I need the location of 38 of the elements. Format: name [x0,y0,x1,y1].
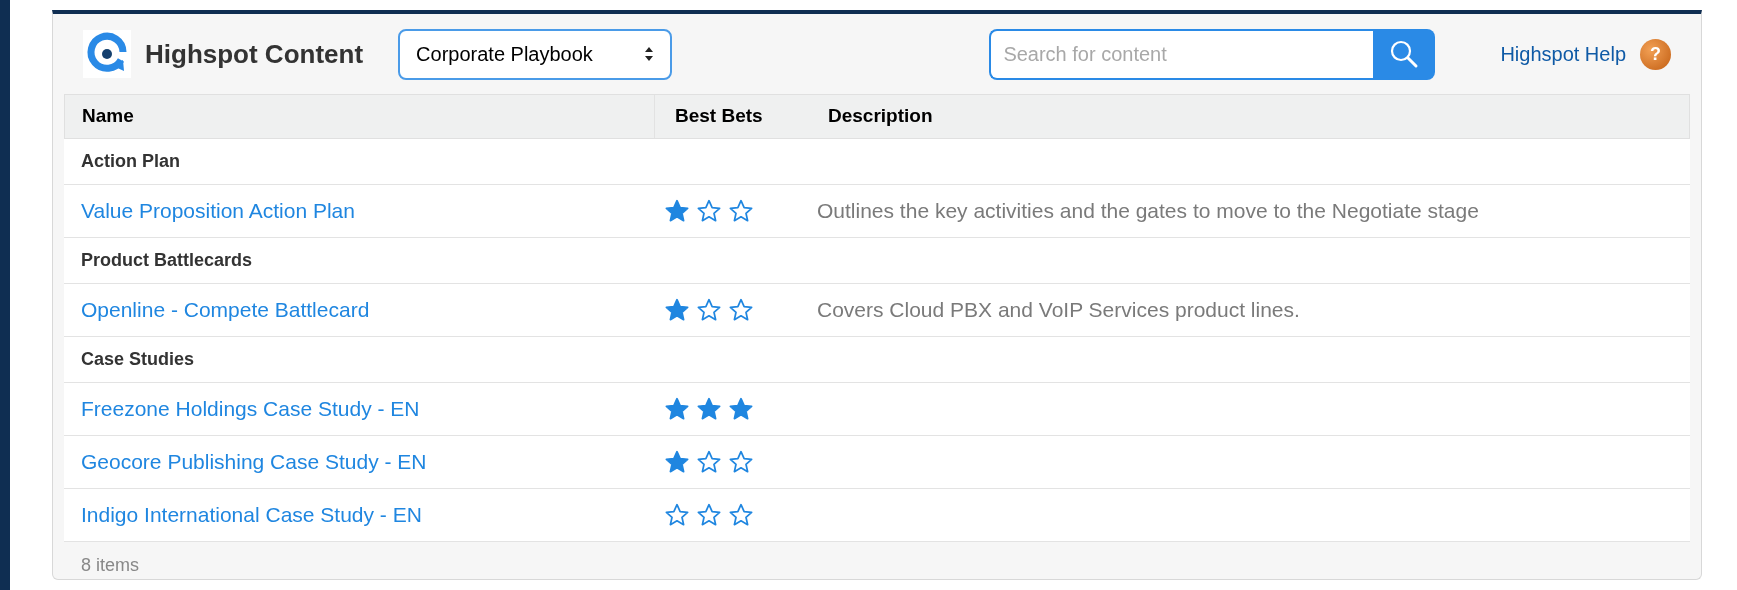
empty-star-icon [728,449,754,475]
empty-star-icon [696,502,722,528]
search-icon [1389,39,1420,69]
description-text: Outlines the key activities and the gates to move to the Negotiate stage [817,198,1479,225]
logo-icon [83,30,131,78]
filled-star-icon [664,449,690,475]
group-heading: Product Battlecards [81,249,253,272]
filled-star-icon [664,396,690,422]
search-field[interactable]: Search for content [989,28,1374,80]
empty-star-icon [696,198,722,224]
empty-star-icon [728,198,754,224]
empty-star-icon [696,297,722,323]
filled-star-icon [696,396,722,422]
empty-star-icon [664,502,690,528]
help-link[interactable]: Highspot Help [1500,39,1626,69]
content-link[interactable]: Indigo International Case Study - EN [81,503,422,527]
content-link[interactable]: Openline - Compete Battlecard [81,298,370,322]
help-icon[interactable]: ? [1640,38,1671,70]
description-text: Covers Cloud PBX and VoIP Services product lines. [817,297,1300,324]
filled-star-icon [664,297,690,323]
playbook-select[interactable]: Corporate Playbook [398,28,673,80]
column-header: Best Bets [674,104,764,129]
app-title: Highspot Content [145,37,364,71]
content-link[interactable]: Value Proposition Action Plan [81,199,355,223]
column-header: Name [65,95,655,138]
updown-icon [644,46,655,62]
group-heading: Case Studies [81,348,195,371]
content-link[interactable]: Freezone Holdings Case Study - EN [81,397,420,421]
item-count: 8 items [81,555,140,575]
empty-star-icon [728,502,754,528]
empty-star-icon [728,297,754,323]
empty-star-icon [696,449,722,475]
group-heading: Action Plan [81,150,180,173]
search-button[interactable] [1373,28,1436,80]
column-header: Description [827,104,934,129]
filled-star-icon [664,198,690,224]
filled-star-icon [728,396,754,422]
content-link[interactable]: Geocore Publishing Case Study - EN [81,450,427,474]
